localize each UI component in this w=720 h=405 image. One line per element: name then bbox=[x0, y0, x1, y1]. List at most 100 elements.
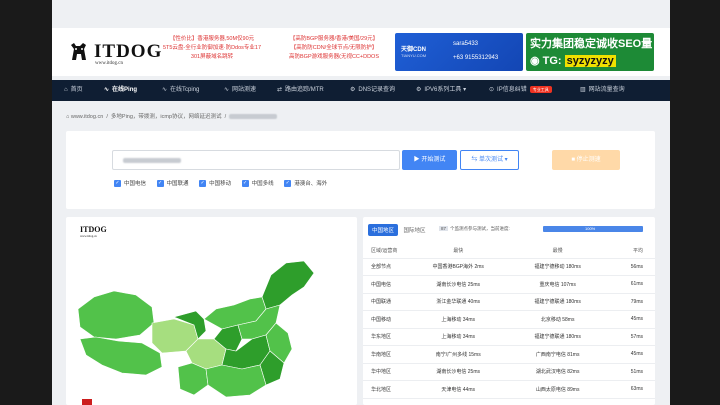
col-fastest[interactable]: 最快 bbox=[413, 243, 503, 259]
domain-input-blurred-value bbox=[123, 158, 181, 163]
start-test-button[interactable]: ▶ 开始测试 bbox=[402, 150, 457, 170]
ad-mid-line-3[interactable]: 高防BGP游戏服务器(无视CC+DDOS bbox=[274, 53, 394, 62]
ad-mid-line-1[interactable]: 【高防BGP服务器/香港/美国/29元】 bbox=[274, 35, 394, 44]
check-multiline[interactable]: ✓ 中国多线 bbox=[241, 179, 274, 188]
start-test-label: 开始测试 bbox=[421, 157, 446, 163]
table-row[interactable]: 中国联通 浙江金华联通 40ms 福建宁德联通 180ms 79ms bbox=[363, 293, 655, 311]
breadcrumb-domain-blurred bbox=[229, 114, 278, 120]
seo-ad-banner[interactable]: 实力集团稳定诚收SEO量 ◉ TG: syzyzyzy bbox=[526, 33, 654, 71]
check-multiline-label: 中国多线 bbox=[251, 181, 274, 187]
breadcrumb-section[interactable]: 多地Ping，带拨测，icmp协议，网络延迟测试 bbox=[111, 114, 222, 120]
nav-tcping[interactable]: ∿ 在线Tcping bbox=[162, 80, 199, 101]
dog-logo-icon bbox=[71, 43, 86, 60]
cell-fastest: 天津电信 44ms bbox=[413, 380, 503, 399]
ad-left-line-3[interactable]: 301屏蔽域名跳转 bbox=[157, 53, 267, 62]
check-unicom-label: 中国联通 bbox=[166, 181, 189, 187]
nav-tcping-label: 在线Tcping bbox=[170, 87, 200, 93]
cdn-ad-banner[interactable]: 天御CDN TIANYU.COM sara5433 +63 9155312943 bbox=[395, 33, 523, 71]
cell-fastest: 湖南长沙电信 25ms bbox=[413, 275, 503, 294]
col-slowest[interactable]: 最慢 bbox=[502, 243, 613, 259]
tab-china[interactable]: 中国地区 bbox=[368, 224, 399, 236]
nav-traffic[interactable]: ▥ 网站流量查询 bbox=[580, 80, 625, 101]
nav-ip-correction[interactable]: ⊙ IP信息纠错 专业工具 bbox=[489, 80, 552, 101]
nav-ipv6[interactable]: ⚙ IPV6系列工具 ▾ bbox=[416, 80, 466, 101]
map-region-south[interactable] bbox=[205, 364, 267, 398]
check-overseas[interactable]: ✓ 港澳台、海外 bbox=[284, 179, 328, 188]
domain-input[interactable] bbox=[112, 150, 400, 170]
breadcrumb: ⌂ www.itdog.cn / 多地Ping，带拨测，icmp协议，网络延迟测… bbox=[66, 112, 278, 120]
map-region-xinjiang[interactable] bbox=[77, 290, 155, 340]
table-row[interactable]: 全部节点 中国香港BGP海外 2ms 福建宁德移动 180ms 56ms bbox=[363, 258, 655, 276]
ad-text-mid[interactable]: 【高防BGP服务器/香港/美国/29元】 【高防防CDN/全球节点/无限防护】 … bbox=[274, 35, 394, 62]
map-region-yunnan[interactable] bbox=[177, 362, 209, 396]
cell-region: 中国电信 bbox=[363, 275, 414, 294]
progress-text: 个监测点参与测试，当前进度: bbox=[450, 226, 510, 231]
check-telecom-label: 中国电信 bbox=[124, 181, 147, 187]
stop-test-button[interactable]: ■ 停止测速 bbox=[552, 150, 620, 170]
telegram-icon: ◉ bbox=[530, 55, 543, 67]
ad-text-left[interactable]: 【性价比】香港服务器,50M仅90元 5T5云盘-全行业防御加速·防Ddos专业… bbox=[157, 35, 267, 62]
cell-avg: 56ms bbox=[612, 258, 655, 276]
table-row[interactable]: 华北地区 天津电信 44ms 山西太原电信 89ms 63ms bbox=[363, 380, 655, 399]
region-tabs: 中国地区 国际地区 bbox=[368, 224, 430, 236]
nav-speedtest[interactable]: ∿ 网站测速 bbox=[224, 80, 256, 101]
map-region-tibet[interactable] bbox=[79, 336, 163, 376]
breadcrumb-home[interactable]: www.itdog.cn bbox=[71, 114, 103, 120]
home-icon: ⌂ bbox=[64, 87, 68, 93]
ad-mid-line-2[interactable]: 【高防防CDN/全球节点/无限防护】 bbox=[274, 44, 394, 53]
route-icon: ⇄ bbox=[277, 87, 283, 93]
progress-bar: 100% bbox=[543, 226, 643, 232]
nav-ping-label: 在线Ping bbox=[112, 87, 138, 93]
cell-avg: 79ms bbox=[612, 293, 655, 311]
cell-slowest: 福建宁德联通 180ms bbox=[502, 293, 613, 311]
check-overseas-label: 港澳台、海外 bbox=[294, 181, 328, 187]
check-unicom[interactable]: ✓ 中国联通 bbox=[156, 179, 189, 188]
cell-avg: 45ms bbox=[612, 310, 655, 329]
main-nav: ⌂ 首页 ∿ 在线Ping ∿ 在线Tcping ∿ 网站测速 ⇄ 路由追踪/MTR ⚙ D… bbox=[52, 80, 670, 101]
check-mobile-label: 中国移动 bbox=[209, 181, 232, 187]
tab-international[interactable]: 国际地区 bbox=[400, 224, 430, 236]
nav-dns-label: DNS记录查询 bbox=[358, 87, 396, 93]
node-count: 87 bbox=[439, 226, 449, 231]
china-latency-map[interactable] bbox=[66, 239, 357, 405]
nav-traceroute[interactable]: ⇄ 路由追踪/MTR bbox=[277, 80, 324, 101]
cell-avg: 51ms bbox=[612, 363, 655, 381]
cell-region: 中国移动 bbox=[363, 310, 414, 329]
cell-fastest: 浙江金华联通 40ms bbox=[413, 293, 503, 311]
table-row[interactable]: 华南地区 南宁/广州多线 15ms 广西南宁电信 81ms 45ms bbox=[363, 345, 655, 364]
checkbox-icon: ✓ bbox=[156, 180, 164, 188]
nav-home-label: 首页 bbox=[70, 87, 83, 93]
map-logo-sub: www.itdog.cn bbox=[80, 234, 97, 238]
single-test-dropdown[interactable]: ⇆ 单次测试 ▾ bbox=[460, 150, 519, 170]
location-icon: ⊙ bbox=[489, 87, 495, 93]
nav-badge: 专业工具 bbox=[529, 85, 552, 93]
cell-region: 华南地区 bbox=[363, 345, 414, 364]
nav-home[interactable]: ⌂ 首页 bbox=[64, 80, 83, 101]
cell-fastest: 南宁/广州多线 15ms bbox=[413, 345, 503, 364]
cell-slowest: 福建宁德移动 180ms bbox=[502, 258, 613, 276]
banner-contact-2: +63 9155312943 bbox=[453, 55, 499, 61]
check-mobile[interactable]: ✓ 中国移动 bbox=[199, 179, 232, 188]
map-region-northeast[interactable] bbox=[261, 260, 315, 310]
logo-text: ITDOG bbox=[94, 41, 163, 62]
col-average[interactable]: 平均 bbox=[612, 243, 655, 259]
check-telecom[interactable]: ✓ 中国电信 bbox=[114, 179, 147, 188]
cell-avg: 61ms bbox=[612, 275, 655, 294]
cell-region: 华东地区 bbox=[363, 328, 414, 346]
table-row[interactable]: 华东地区 上海移动 34ms 福建宁德联通 180ms 57ms bbox=[363, 328, 655, 346]
checkbox-icon: ✓ bbox=[114, 180, 121, 188]
table-row[interactable]: 中国移动 上海移动 34ms 北京移动 58ms 45ms bbox=[363, 310, 655, 329]
nav-dns[interactable]: ⚙ DNS记录查询 bbox=[350, 80, 395, 101]
cell-region: 华北地区 bbox=[363, 380, 414, 399]
progress-info: 87 个监测点参与测试，当前进度: bbox=[439, 226, 510, 232]
ad-left-line-2[interactable]: 5T5云盘-全行业防御加速·防Ddos专业17 bbox=[157, 44, 267, 53]
ad-left-line-1[interactable]: 【性价比】香港服务器,50M仅90元 bbox=[157, 35, 267, 44]
banner2-tg: ◉ TG: syzyzyzy bbox=[530, 54, 616, 67]
table-row[interactable]: 中国电信 湖南长沙电信 25ms 重庆电信 107ms 61ms bbox=[363, 275, 655, 294]
cell-slowest: 福建宁德联通 180ms bbox=[502, 328, 613, 346]
nav-ping[interactable]: ∿ 在线Ping bbox=[104, 80, 137, 101]
stop-test-label: 停止测速 bbox=[576, 157, 601, 163]
nav-speedtest-label: 网站测速 bbox=[232, 87, 257, 93]
table-row[interactable]: 华中地区 湖南长沙电信 25ms 湖北武汉电信 82ms 51ms bbox=[363, 363, 655, 381]
cell-slowest: 重庆电信 107ms bbox=[502, 275, 613, 294]
